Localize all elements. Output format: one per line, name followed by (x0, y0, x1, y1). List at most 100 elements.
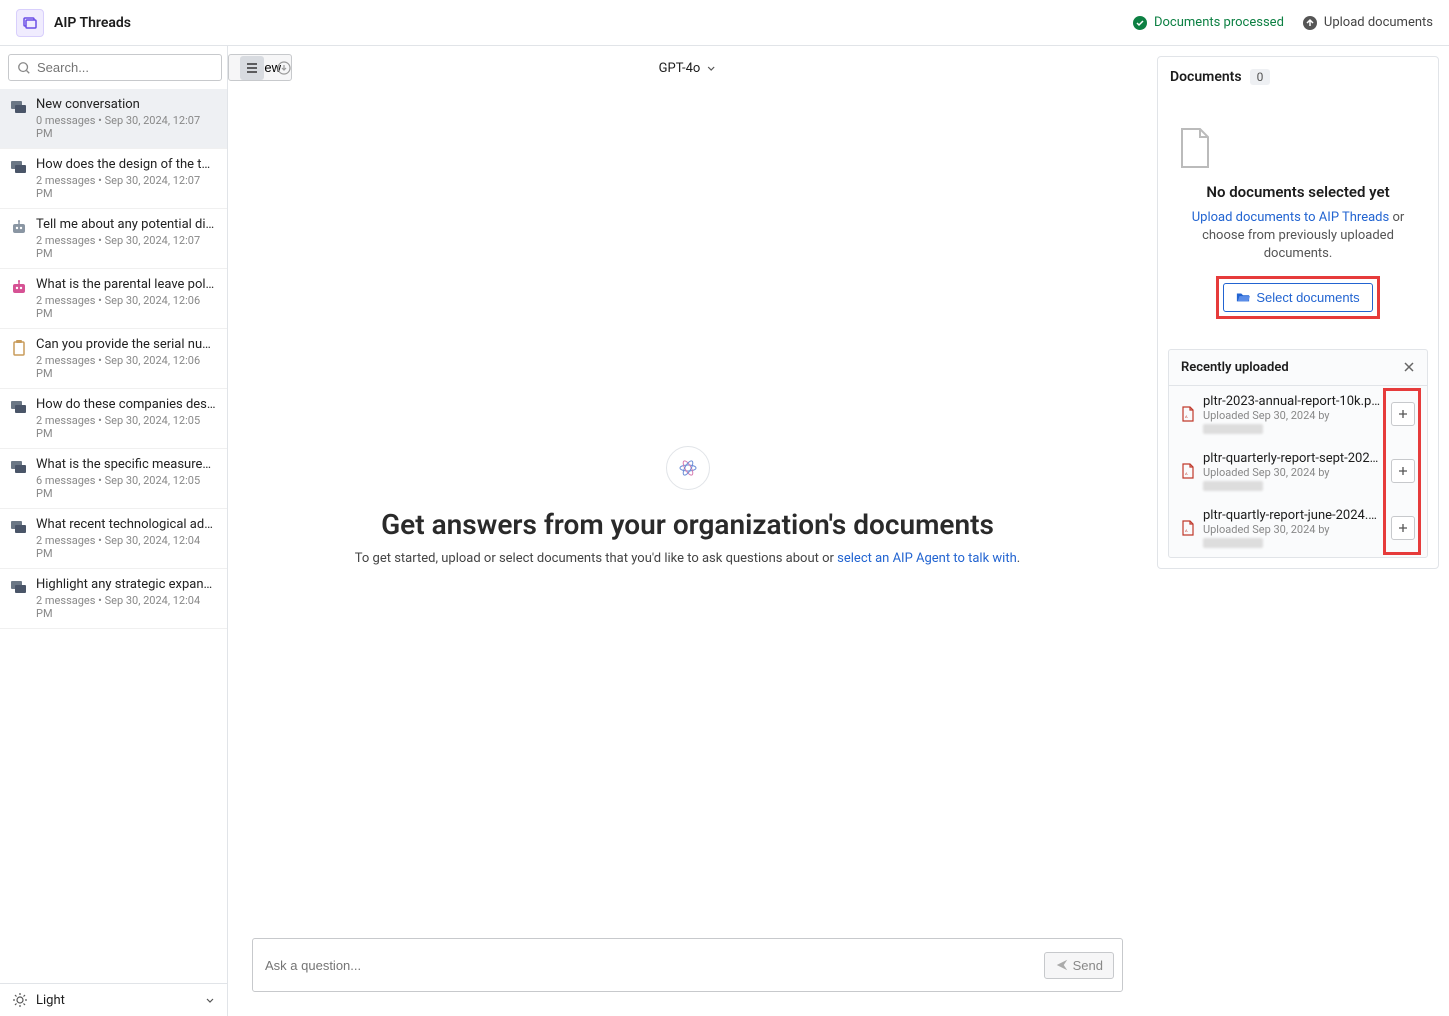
hero-icon (666, 446, 710, 490)
upload-icon (1302, 15, 1318, 31)
add-document-button[interactable] (1391, 459, 1415, 483)
recent-document-name: pltr-quartly-report-june-2024.pdf (1203, 508, 1383, 523)
pdf-icon: A (1181, 520, 1195, 536)
download-button[interactable] (272, 56, 296, 80)
recently-uploaded-section: Recently uploaded Apltr-2023-annual-repo… (1168, 349, 1428, 558)
conversation-title: How do these companies describ… (36, 397, 217, 412)
select-agent-link[interactable]: select an AIP Agent to talk with (837, 551, 1017, 566)
add-document-button[interactable] (1391, 402, 1415, 426)
sidebar: New New conversation0 messages • Sep 30,… (0, 46, 228, 1016)
recent-document-item: Apltr-2023-annual-report-10k.pdfUploaded… (1169, 386, 1427, 443)
conversation-item[interactable]: New conversation 0 messages • Sep 30, 202… (0, 89, 227, 149)
chat-icon (10, 99, 28, 117)
conversation-meta: 2 messages • Sep 30, 2024, 12:06 PM (36, 354, 217, 380)
recent-list: Apltr-2023-annual-report-10k.pdfUploaded… (1169, 386, 1427, 557)
recent-document-name: pltr-2023-annual-report-10k.pdf (1203, 394, 1383, 409)
svg-text:A: A (1185, 528, 1188, 533)
add-document-button[interactable] (1391, 516, 1415, 540)
documents-count-badge: 0 (1250, 69, 1271, 85)
app-logo (16, 9, 44, 37)
search-input-wrapper[interactable] (8, 54, 222, 81)
document-icon (1176, 127, 1212, 169)
conversation-meta: 2 messages • Sep 30, 2024, 12:05 PM (36, 414, 217, 440)
logo-icon (22, 15, 38, 31)
conversation-title: What is the parental leave policy? (36, 277, 217, 292)
hero-subtitle: To get started, upload or select documen… (355, 551, 1020, 566)
conversation-item[interactable]: How does the design of the taper … 2 mess… (0, 149, 227, 209)
plus-icon (1397, 408, 1409, 420)
search-input[interactable] (37, 60, 213, 75)
conversation-title: Can you provide the serial numb… (36, 337, 217, 352)
svg-text:A: A (1185, 414, 1188, 419)
send-button[interactable]: Send (1044, 952, 1114, 979)
conversation-item[interactable]: What is the specific measuremen…6 messag… (0, 449, 227, 509)
conversation-title: New conversation (36, 97, 217, 112)
content-header: GPT-4o (228, 46, 1147, 90)
clipboard-icon (10, 339, 28, 357)
search-icon (17, 61, 31, 75)
conversation-meta: 2 messages • Sep 30, 2024, 12:07 PM (36, 174, 217, 200)
plus-icon (1397, 465, 1409, 477)
conversation-title: Highlight any strategic expansion… (36, 577, 217, 592)
chat-icon (10, 399, 28, 417)
conversation-item[interactable]: Tell me about any potential disr… 2 messa… (0, 209, 227, 269)
send-icon (1055, 958, 1069, 972)
question-input[interactable] (265, 947, 1044, 983)
chevron-down-icon (205, 995, 215, 1005)
select-documents-button[interactable]: Select documents (1223, 283, 1372, 312)
documents-processed-status[interactable]: Documents processed (1132, 15, 1284, 31)
toggle-sidebar-button[interactable] (240, 56, 264, 80)
menu-icon (245, 61, 259, 75)
documents-empty-title: No documents selected yet (1176, 183, 1420, 201)
conversation-meta: 2 messages • Sep 30, 2024, 12:07 PM (36, 234, 217, 260)
recent-document-meta: Uploaded Sep 30, 2024 by (1203, 523, 1383, 549)
recent-document-name: pltr-quarterly-report-sept-2023.pdf (1203, 451, 1383, 466)
conversation-item[interactable]: How do these companies describ… 2 message… (0, 389, 227, 449)
theme-toggle[interactable]: Light (0, 983, 227, 1016)
conversation-item[interactable]: Highlight any strategic expansion…2 mess… (0, 569, 227, 629)
robot-pink-icon (10, 279, 28, 297)
hero-title: Get answers from your organization's doc… (381, 508, 994, 541)
conversation-meta: 0 messages • Sep 30, 2024, 12:07 PM (36, 114, 217, 140)
recent-document-meta: Uploaded Sep 30, 2024 by (1203, 466, 1383, 492)
download-icon (277, 61, 291, 75)
chat-icon (10, 519, 28, 537)
conversation-item[interactable]: What is the parental leave policy? 2 mess… (0, 269, 227, 329)
conversation-title: What is the specific measuremen… (36, 457, 217, 472)
recently-uploaded-title: Recently uploaded (1181, 360, 1289, 375)
svg-text:A: A (1185, 471, 1188, 476)
plus-icon (1397, 522, 1409, 534)
conversation-title: Tell me about any potential disr… (36, 217, 217, 232)
chat-icon (10, 159, 28, 177)
documents-panel: Documents 0 No documents selected yet Up… (1157, 56, 1439, 569)
conversation-item[interactable]: What recent technological advan…2 messag… (0, 509, 227, 569)
robot-icon (10, 219, 28, 237)
upload-documents-link[interactable]: Upload documents to AIP Threads (1192, 210, 1389, 225)
conversation-item[interactable]: Can you provide the serial numb… 2 messag… (0, 329, 227, 389)
recent-document-item: Apltr-quartly-report-june-2024.pdfUpload… (1169, 500, 1427, 557)
conversation-meta: 2 messages • Sep 30, 2024, 12:06 PM (36, 294, 217, 320)
conversation-title: What recent technological advan… (36, 517, 217, 532)
check-circle-icon (1132, 15, 1148, 31)
documents-panel-title: Documents (1170, 69, 1242, 85)
app-title: AIP Threads (54, 15, 131, 31)
recent-document-item: Apltr-quarterly-report-sept-2023.pdfUplo… (1169, 443, 1427, 500)
sun-icon (12, 992, 28, 1008)
folder-open-icon (1236, 290, 1250, 304)
app-header: AIP Threads Documents processed Upload d… (0, 0, 1449, 46)
documents-empty-text: Upload documents to AIP Threads or choos… (1176, 209, 1420, 264)
atom-icon (678, 458, 698, 478)
content-area: GPT-4o Get answers from your organizatio… (228, 46, 1147, 1016)
select-documents-highlight: Select documents (1216, 276, 1379, 319)
model-selector[interactable]: GPT-4o (659, 61, 717, 76)
conversation-title: How does the design of the taper … (36, 157, 217, 172)
pdf-icon: A (1181, 406, 1195, 422)
recent-document-meta: Uploaded Sep 30, 2024 by (1203, 409, 1383, 435)
chat-icon (10, 459, 28, 477)
documents-panel-wrapper: Documents 0 No documents selected yet Up… (1147, 46, 1449, 1016)
question-input-wrapper: Send (252, 938, 1123, 992)
upload-documents-button[interactable]: Upload documents (1302, 15, 1433, 31)
chevron-down-icon (706, 63, 716, 73)
chat-icon (10, 579, 28, 597)
close-icon[interactable] (1403, 361, 1415, 373)
